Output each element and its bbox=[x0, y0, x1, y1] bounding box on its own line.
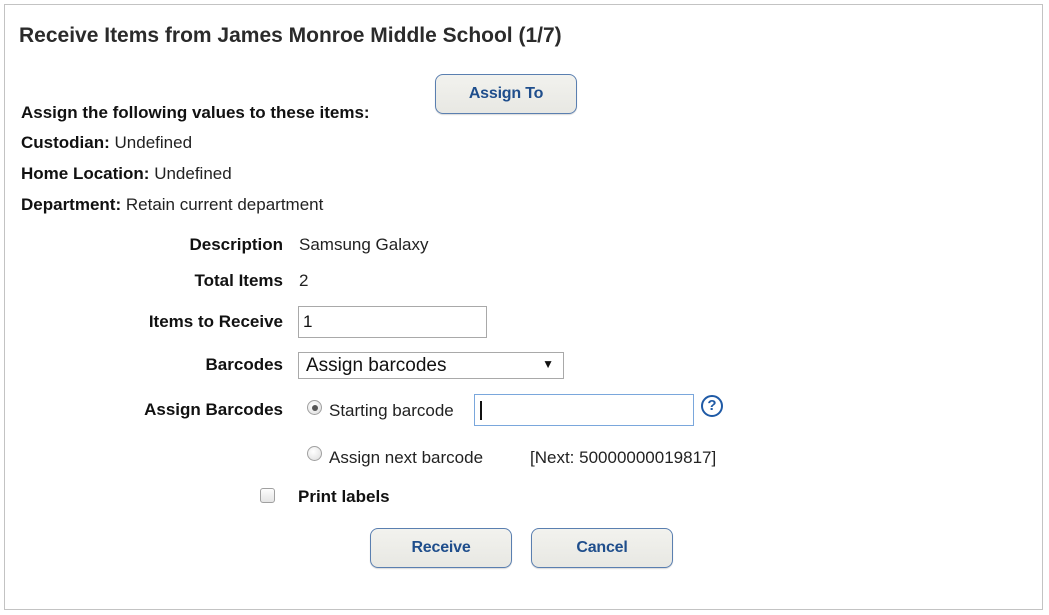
barcodes-label: Barcodes bbox=[205, 355, 283, 374]
assign-next-barcode-label: Assign next barcode bbox=[329, 448, 484, 467]
total-items-value: 2 bbox=[299, 271, 309, 290]
receive-button[interactable]: Receive bbox=[370, 528, 512, 568]
total-items-label: Total Items bbox=[194, 271, 283, 290]
description-label: Description bbox=[189, 235, 283, 254]
custodian-value: Undefined bbox=[114, 133, 193, 152]
home-location-value: Undefined bbox=[154, 164, 232, 183]
department-value: Retain current department bbox=[125, 195, 324, 214]
cancel-button[interactable]: Cancel bbox=[531, 528, 673, 568]
assign-to-button-label: Assign To bbox=[468, 85, 544, 102]
home-location-row: Home Location: Undefined bbox=[21, 164, 232, 184]
assign-barcodes-label: Assign Barcodes bbox=[144, 400, 283, 419]
assign-values-heading: Assign the following values to these ite… bbox=[21, 103, 370, 122]
starting-barcode-input[interactable] bbox=[474, 394, 694, 426]
help-icon[interactable]: ? bbox=[701, 395, 723, 417]
print-labels-checkbox[interactable] bbox=[260, 488, 275, 503]
barcodes-selected-value: Assign barcodes bbox=[306, 354, 447, 376]
page-title: Receive Items from James Monroe Middle S… bbox=[19, 24, 562, 47]
cancel-button-label: Cancel bbox=[576, 539, 628, 556]
custodian-row: Custodian: Undefined bbox=[21, 133, 192, 153]
starting-barcode-radio[interactable] bbox=[307, 400, 322, 415]
next-barcode-info: [Next: 50000000019817] bbox=[530, 448, 717, 467]
items-to-receive-label: Items to Receive bbox=[148, 312, 283, 331]
items-to-receive-input[interactable] bbox=[298, 306, 487, 338]
department-row: Department: Retain current department bbox=[21, 195, 323, 215]
assign-to-button[interactable]: Assign To bbox=[435, 74, 577, 114]
starting-barcode-label: Starting barcode bbox=[329, 401, 454, 420]
receive-button-label: Receive bbox=[411, 539, 471, 556]
department-label: Department: bbox=[21, 195, 122, 214]
text-caret bbox=[480, 401, 482, 420]
print-labels-label: Print labels bbox=[298, 487, 390, 506]
description-value: Samsung Galaxy bbox=[299, 235, 429, 254]
custodian-label: Custodian: bbox=[21, 133, 110, 152]
assign-next-barcode-radio[interactable] bbox=[307, 446, 322, 461]
home-location-label: Home Location: bbox=[21, 164, 150, 183]
barcodes-select[interactable]: Assign barcodes ▼ bbox=[298, 352, 564, 379]
dropdown-arrow-icon: ▼ bbox=[542, 357, 554, 371]
